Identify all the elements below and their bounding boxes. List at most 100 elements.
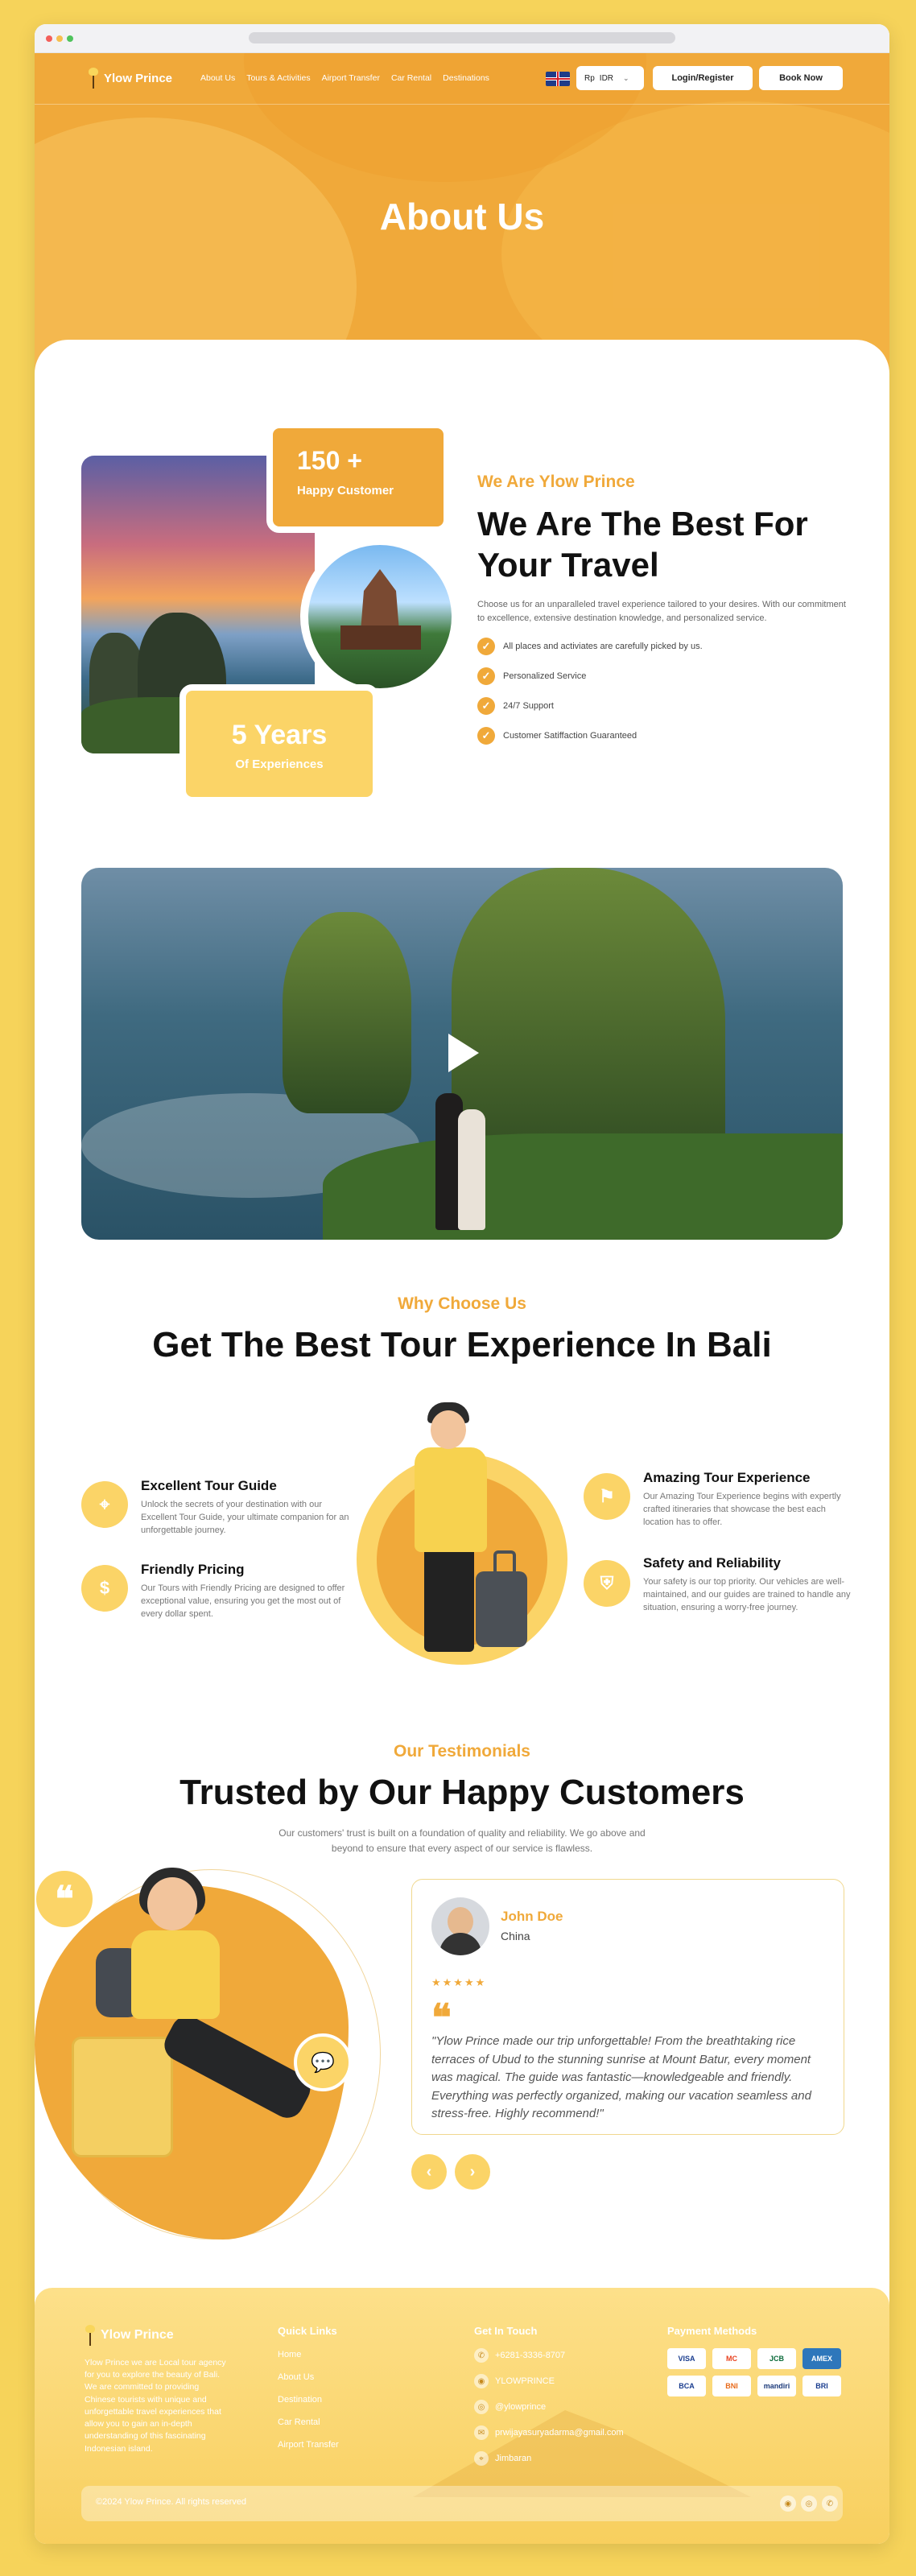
footer-logo[interactable]: Ylow Prince: [85, 2325, 229, 2346]
checklist-text: 24/7 Support: [503, 700, 554, 711]
chat-bubble-icon: 💬: [294, 2033, 352, 2091]
girl-head: [147, 1877, 197, 1930]
feature-card: Friendly Pricing Our Tours with Friendly…: [141, 1562, 350, 1621]
shield-icon: ⛨: [584, 1560, 630, 1607]
suitcase-icon: [476, 1550, 527, 1647]
footer-bottom-bar: ©2024 Ylow Prince. All rights reserved ◉…: [81, 2486, 843, 2521]
quote-mark-icon: ❝: [431, 1996, 452, 2038]
brand-name: Ylow Prince: [104, 71, 173, 85]
flag-icon: ⚑: [584, 1473, 630, 1520]
feature-text: Your safety is our top priority. Our veh…: [643, 1577, 851, 1612]
happy-customer-badge: 150 + Happy Customer: [266, 422, 450, 533]
nav-link-airport[interactable]: Airport Transfer: [322, 73, 380, 83]
experience-years: 5 Years: [231, 720, 328, 750]
video-player[interactable]: [81, 868, 843, 1240]
nav-link-car-rental[interactable]: Car Rental: [391, 73, 431, 83]
feature-text: Unlock the secrets of your destination w…: [141, 1500, 349, 1535]
footer-contact: Get In Touch ✆ +6281-3336-8707 ◉ YLOWPRI…: [474, 2325, 624, 2466]
umbrella-logo-icon: [88, 68, 99, 89]
check-icon: ✓: [477, 696, 495, 715]
whatsapp-icon[interactable]: ✆: [822, 2496, 838, 2512]
footer-link-about[interactable]: About Us: [278, 2372, 339, 2382]
contact-text: @ylowprince: [495, 2402, 547, 2412]
payment-logos: VISA MC JCB AMEX BCA BNI mandiri BRI: [667, 2348, 841, 2396]
testimonial-quote: "Ylow Prince made our trip unforgettable…: [431, 2034, 811, 2120]
nav-link-tours[interactable]: Tours & Activities: [246, 73, 310, 83]
footer-about: Ylow Prince we are Local tour agency for…: [85, 2358, 226, 2454]
nav-link-about[interactable]: About Us: [200, 73, 235, 83]
list-item: ✓ All places and activiates are carefull…: [477, 631, 848, 661]
address-bar[interactable]: [249, 32, 675, 43]
chevron-down-icon: ⌄: [623, 73, 629, 82]
mandiri-logo-icon: mandiri: [757, 2376, 796, 2396]
currency-select[interactable]: Rp IDR ⌄: [576, 66, 644, 90]
footer-quick-links: Quick Links Home About Us Destination Ca…: [278, 2325, 339, 2450]
quote-icon: ❝: [36, 1871, 93, 1927]
play-icon[interactable]: [427, 1021, 492, 1085]
maximize-dot-icon[interactable]: [67, 35, 73, 42]
traveler-legs: [424, 1547, 474, 1652]
currency-symbol: Rp: [584, 73, 595, 83]
browser-chrome: [35, 24, 889, 53]
instagram-icon[interactable]: ◎: [801, 2496, 817, 2512]
contact-location[interactable]: ⌖ Jimbaran: [474, 2451, 624, 2466]
main-content: 150 + Happy Customer 5 Years Of Experien…: [35, 340, 889, 2272]
feature-checklist: ✓ All places and activiates are carefull…: [477, 631, 848, 750]
list-item: ✓ Customer Satiffaction Guaranteed: [477, 720, 848, 750]
nav-link-destinations[interactable]: Destinations: [443, 73, 489, 83]
login-register-button[interactable]: Login/Register: [653, 66, 753, 90]
wechat-icon[interactable]: ◉: [780, 2496, 796, 2512]
bri-logo-icon: BRI: [803, 2376, 841, 2396]
map-pin-icon: ⌖: [474, 2451, 489, 2466]
contact-wechat[interactable]: ◉ YLOWPRINCE: [474, 2374, 624, 2388]
footer-link-home[interactable]: Home: [278, 2350, 339, 2359]
footer-link-destination[interactable]: Destination: [278, 2395, 339, 2405]
next-arrow-icon[interactable]: ›: [455, 2154, 490, 2190]
footer-link-airport[interactable]: Airport Transfer: [278, 2440, 339, 2450]
suitcase-icon: [72, 2037, 173, 2157]
mastercard-logo-icon: MC: [712, 2348, 751, 2369]
copyright-text: ©2024 Ylow Prince. All rights reserved: [96, 2497, 247, 2507]
feature-title: Amazing Tour Experience: [643, 1470, 811, 1485]
contact-instagram[interactable]: ◎ @ylowprince: [474, 2400, 624, 2414]
why-subtitle: Why Choose Us: [398, 1294, 526, 1313]
check-icon: ✓: [477, 726, 495, 745]
footer-brand-name: Ylow Prince: [101, 2328, 174, 2342]
contact-phone[interactable]: ✆ +6281-3336-8707: [474, 2348, 624, 2363]
umbrella-logo-icon: [85, 2325, 96, 2346]
book-now-button[interactable]: Book Now: [759, 66, 843, 90]
couple-figure: [427, 1093, 500, 1238]
about-subtitle: We Are Ylow Prince: [477, 473, 635, 491]
checklist-text: All places and activiates are carefully …: [503, 641, 703, 651]
customer-count: 150 +: [297, 446, 362, 475]
cliff-shape: [283, 912, 411, 1113]
list-item: ✓ Personalized Service: [477, 661, 848, 691]
top-navbar: Ylow Prince About Us Tours & Activities …: [35, 53, 889, 105]
prev-arrow-icon[interactable]: ‹: [411, 2154, 447, 2190]
feature-text: Our Tours with Friendly Pricing are desi…: [141, 1583, 345, 1619]
traveler-illustration: [415, 1447, 487, 1552]
reviewer-location: China: [501, 1930, 530, 1942]
browser-window: Ylow Prince About Us Tours & Activities …: [35, 24, 889, 2544]
uk-flag-icon[interactable]: [546, 72, 570, 86]
contact-email[interactable]: ✉ prwijayasuryadarma@gmail.com: [474, 2425, 624, 2440]
feature-card: Safety and Reliability Your safety is ou…: [643, 1555, 852, 1615]
feature-card: Excellent Tour Guide Unlock the secrets …: [141, 1478, 350, 1538]
contact-text: +6281-3336-8707: [495, 2351, 566, 2360]
currency-code: IDR: [599, 73, 614, 83]
page-title: About Us: [379, 196, 545, 237]
nav-links: About Us Tours & Activities Airport Tran…: [200, 73, 489, 83]
visa-logo-icon: VISA: [667, 2348, 706, 2369]
testimonials-heading: Trusted by Our Happy Customers: [179, 1773, 745, 1812]
footer-link-car-rental[interactable]: Car Rental: [278, 2417, 339, 2427]
shore-shape: [323, 1133, 843, 1240]
minimize-dot-icon[interactable]: [56, 35, 63, 42]
close-dot-icon[interactable]: [46, 35, 52, 42]
wechat-icon: ◉: [474, 2374, 489, 2388]
feature-card: Amazing Tour Experience Our Amazing Tour…: [643, 1470, 852, 1530]
brand-logo[interactable]: Ylow Prince: [88, 68, 172, 89]
testimonials-subtitle: Our Testimonials: [394, 1742, 530, 1761]
traveler-head: [431, 1410, 466, 1449]
amex-logo-icon: AMEX: [803, 2348, 841, 2369]
price-tag-icon: $: [81, 1565, 128, 1612]
